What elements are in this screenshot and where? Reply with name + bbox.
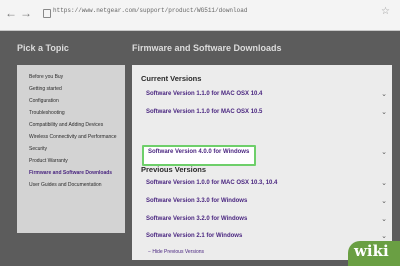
download-row[interactable]: Software Version 1.0.0 for MAC OSX 10.3,… xyxy=(146,178,387,191)
chevron-down-icon[interactable]: ⌄ xyxy=(381,90,387,98)
download-link[interactable]: Software Version 4.0.0 for Windows xyxy=(148,149,249,155)
chevron-down-icon[interactable]: ⌄ xyxy=(381,179,387,187)
bookmark-star-icon[interactable]: ☆ xyxy=(381,6,390,17)
download-row[interactable]: Software Version 1.1.0 for MAC OSX 10.5 … xyxy=(146,107,387,120)
page-content: Pick a Topic Firmware and Software Downl… xyxy=(0,31,400,266)
download-row[interactable]: Software Version 1.1.0 for MAC OSX 10.4 … xyxy=(146,89,387,102)
current-versions-heading: Current Versions xyxy=(141,74,202,83)
download-link[interactable]: Software Version 3.3.0 for Windows xyxy=(146,198,247,204)
wikihow-logo: wiki xyxy=(348,241,400,266)
topic-sidebar: Before you Buy Getting started Configura… xyxy=(17,65,125,233)
chevron-down-icon[interactable]: ⌄ xyxy=(381,215,387,223)
download-row[interactable]: Software Version 2.1 for Windows ⌄ xyxy=(146,231,387,244)
hide-previous-versions-link[interactable]: − Hide Previous Versions xyxy=(148,249,204,255)
download-row-selected[interactable]: Software Version 4.0.0 for Windows ⌄ xyxy=(146,147,387,160)
download-link[interactable]: Software Version 1.1.0 for MAC OSX 10.4 xyxy=(146,91,262,97)
chevron-down-icon[interactable]: ⌄ xyxy=(381,197,387,205)
download-row[interactable]: Software Version 3.3.0 for Windows ⌄ xyxy=(146,196,387,209)
download-row[interactable]: Software Version 3.2.0 for Windows ⌄ xyxy=(146,214,387,227)
sidebar-item-before-you-buy[interactable]: Before you Buy xyxy=(17,71,125,83)
chevron-down-icon[interactable]: ⌄ xyxy=(381,232,387,240)
download-link[interactable]: Software Version 2.1 for Windows xyxy=(146,233,242,239)
sidebar-item-wireless[interactable]: Wireless Connectivity and Performance xyxy=(17,131,125,143)
sidebar-item-downloads[interactable]: Firmware and Software Downloads xyxy=(17,167,125,179)
previous-versions-heading: Previous Versions xyxy=(141,165,207,174)
sidebar-item-security[interactable]: Security xyxy=(17,143,125,155)
downloads-heading: Firmware and Software Downloads xyxy=(132,43,282,53)
sidebar-item-user-guides[interactable]: User Guides and Documentation xyxy=(17,179,125,191)
chevron-down-icon[interactable]: ⌄ xyxy=(381,108,387,116)
sidebar-item-compatibility[interactable]: Compatibility and Adding Devices xyxy=(17,119,125,131)
back-icon[interactable]: ← xyxy=(5,6,17,20)
lock-icon xyxy=(43,9,51,18)
forward-icon[interactable]: → xyxy=(20,6,32,20)
sidebar-item-configuration[interactable]: Configuration xyxy=(17,95,125,107)
downloads-panel: Current Versions Software Version 1.1.0 … xyxy=(132,65,392,260)
download-link[interactable]: Software Version 1.0.0 for MAC OSX 10.3,… xyxy=(146,180,277,186)
download-link[interactable]: Software Version 3.2.0 for Windows xyxy=(146,216,247,222)
sidebar-item-warranty[interactable]: Product Warranty xyxy=(17,155,125,167)
sidebar-item-getting-started[interactable]: Getting started xyxy=(17,83,125,95)
logo-text: wiki xyxy=(354,242,389,260)
sidebar-item-troubleshooting[interactable]: Troubleshooting xyxy=(17,107,125,119)
download-link[interactable]: Software Version 1.1.0 for MAC OSX 10.5 xyxy=(146,109,262,115)
chevron-down-icon[interactable]: ⌄ xyxy=(381,148,387,156)
url-field[interactable]: https://www.netgear.com/support/product/… xyxy=(53,7,247,14)
browser-address-bar: ← → https://www.netgear.com/support/prod… xyxy=(0,0,400,31)
topic-heading: Pick a Topic xyxy=(17,43,69,53)
